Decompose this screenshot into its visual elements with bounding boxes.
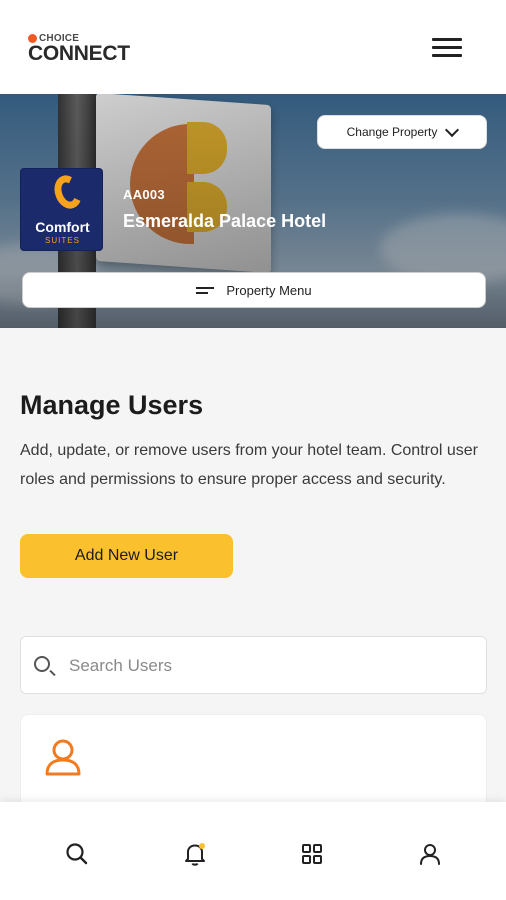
search-icon[interactable]	[64, 841, 90, 867]
profile-icon[interactable]	[417, 841, 443, 867]
property-menu-button[interactable]: Property Menu	[22, 272, 486, 308]
logo-big-text: CONNECT	[28, 42, 130, 65]
search-input[interactable]	[69, 651, 469, 681]
user-icon	[45, 739, 81, 776]
chevron-down-icon	[445, 122, 460, 137]
search-icon	[34, 656, 50, 672]
hamburger-menu-icon[interactable]	[432, 38, 462, 58]
property-menu-label: Property Menu	[226, 282, 312, 298]
brand-logo-tile: Comfort SUITES	[20, 168, 103, 251]
menu-lines-icon	[196, 284, 215, 297]
brand-word: Comfort	[35, 219, 90, 235]
search-users-field	[20, 636, 487, 694]
add-new-user-button[interactable]: Add New User	[20, 534, 233, 578]
comfort-c-icon	[49, 171, 87, 213]
page-description: Add, update, or remove users from your h…	[20, 442, 478, 488]
property-code: AA003	[123, 187, 165, 202]
brand-sub: SUITES	[45, 236, 80, 245]
change-property-label: Change Property	[346, 125, 438, 139]
bell-icon[interactable]	[182, 841, 208, 867]
property-name: Esmeralda Palace Hotel	[123, 211, 327, 231]
change-property-button[interactable]: Change Property	[317, 115, 487, 149]
choice-connect-logo[interactable]: CHOICE CONNECT	[28, 33, 130, 66]
page-title: Manage Users	[20, 390, 204, 420]
top-bar: CHOICE CONNECT	[0, 0, 506, 94]
bottom-nav	[0, 802, 506, 900]
grid-icon[interactable]	[299, 841, 325, 867]
